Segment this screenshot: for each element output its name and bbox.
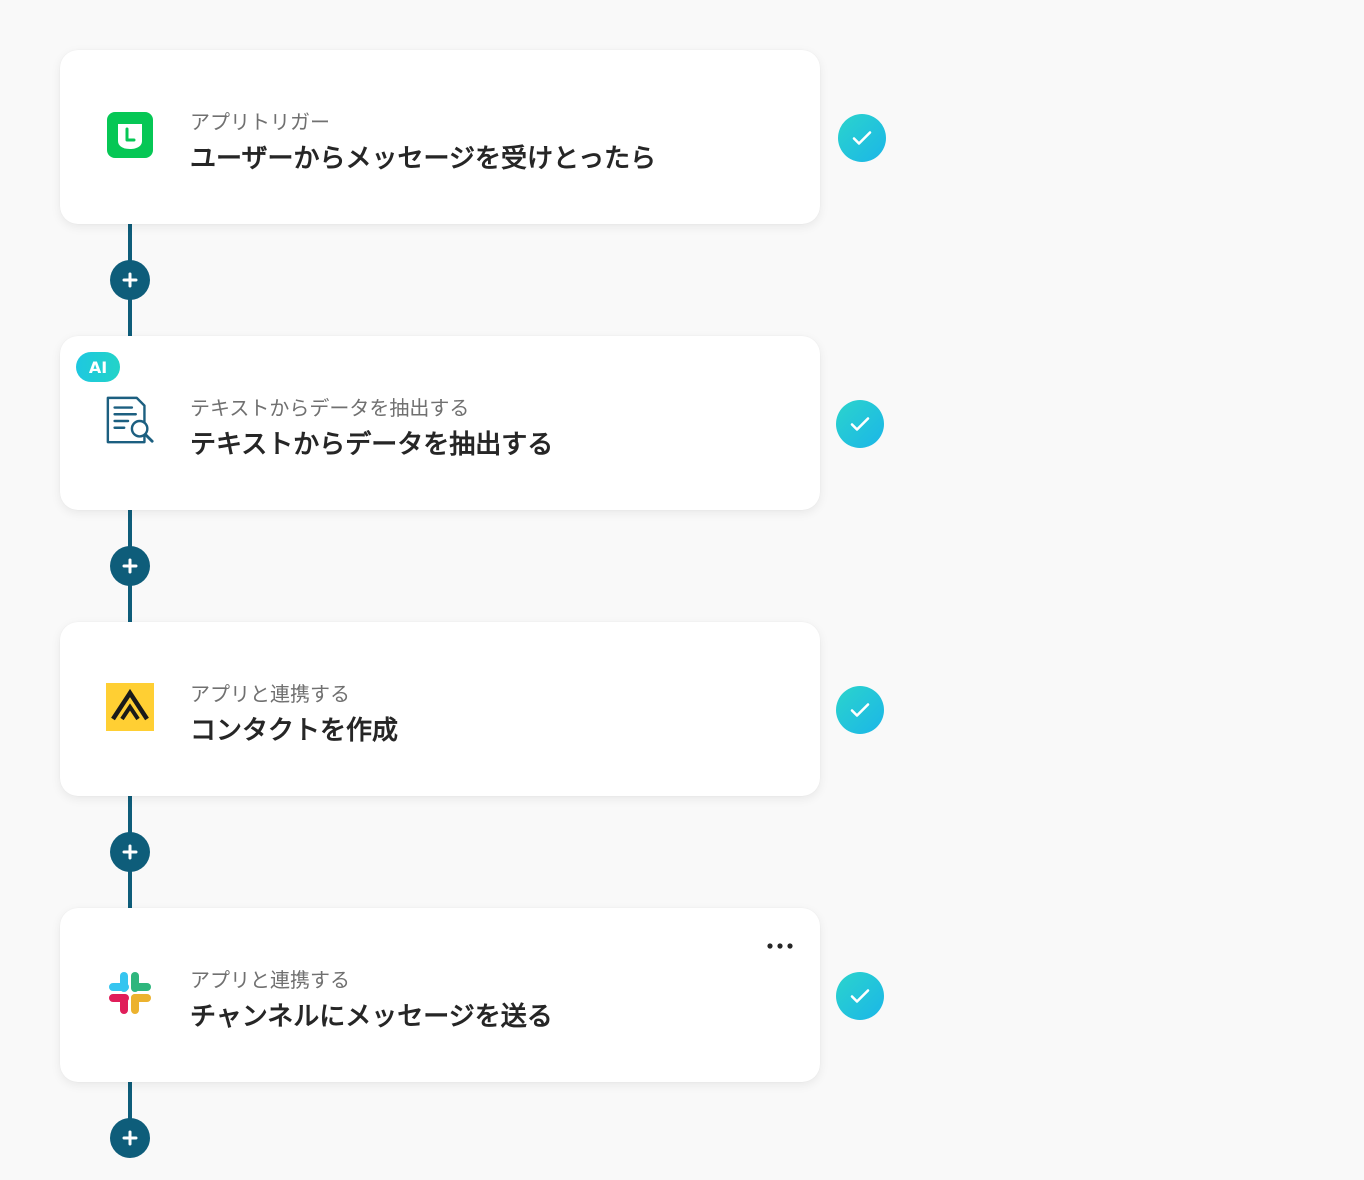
plus-icon — [122, 1130, 138, 1146]
plus-icon — [122, 272, 138, 288]
app-logo-icon — [104, 681, 156, 733]
add-step-button[interactable] — [110, 546, 150, 586]
document-search-icon — [104, 395, 156, 447]
step-subtitle: アプリトリガー — [190, 110, 330, 134]
step-subtitle: テキストからデータを抽出する — [190, 396, 470, 420]
step-card-send-message[interactable]: アプリと連携する チャンネルにメッセージを送る — [60, 908, 820, 1082]
completed-check-icon — [838, 114, 886, 162]
step-title: チャンネルにメッセージを送る — [190, 1002, 553, 1032]
step-title: コンタクトを作成 — [190, 716, 399, 746]
step-subtitle: アプリと連携する — [190, 682, 350, 706]
step-title: テキストからデータを抽出する — [190, 430, 554, 460]
completed-check-icon — [836, 972, 884, 1020]
step-title: ユーザーからメッセージを受けとったら — [190, 144, 657, 174]
plus-icon — [122, 844, 138, 860]
ai-badge: AI — [76, 352, 120, 382]
step-card-trigger[interactable]: アプリトリガー ユーザーからメッセージを受けとったら — [60, 50, 820, 224]
ellipsis-icon — [767, 943, 793, 949]
completed-check-icon — [836, 400, 884, 448]
step-card-create-contact[interactable]: アプリと連携する コンタクトを作成 — [60, 622, 820, 796]
completed-check-icon — [836, 686, 884, 734]
step-subtitle: アプリと連携する — [190, 968, 350, 992]
plus-icon — [122, 558, 138, 574]
more-options-button[interactable] — [766, 932, 794, 960]
add-step-button[interactable] — [110, 1118, 150, 1158]
add-step-button[interactable] — [110, 832, 150, 872]
slack-icon — [104, 967, 156, 1019]
step-card-ai-extract[interactable]: AI テキストからデータを抽出する テキストからデータを抽出する — [60, 336, 820, 510]
add-step-button[interactable] — [110, 260, 150, 300]
line-icon — [104, 109, 156, 161]
